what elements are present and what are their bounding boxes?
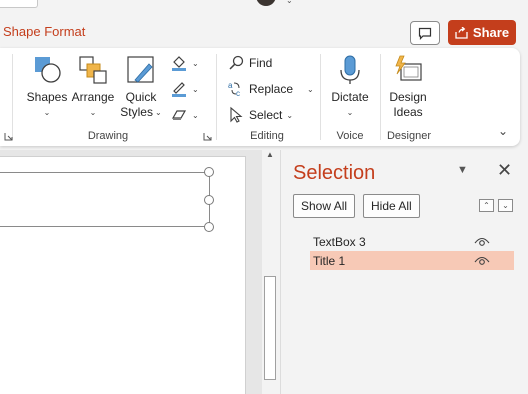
group-label-drawing: Drawing [87, 130, 129, 142]
select-label: Select [249, 108, 283, 122]
svg-text:a: a [228, 81, 233, 90]
divider [320, 54, 321, 140]
chevron-down-icon: ⌄ [154, 108, 162, 117]
share-icon [455, 26, 468, 39]
share-button[interactable]: Share [448, 20, 516, 45]
resize-handle[interactable] [204, 167, 214, 177]
quick-styles-button[interactable]: Quick Styles ⌄ [119, 54, 163, 120]
list-item[interactable]: Title 1 [310, 251, 514, 270]
collapse-ribbon-icon[interactable]: ⌄ [498, 124, 508, 138]
chevron-down-icon: ⌄ [192, 84, 199, 94]
chevron-down-icon: ⌄ [192, 110, 199, 120]
select-button[interactable]: Select ⌄ [227, 106, 293, 124]
pane-title: Selection [293, 162, 376, 184]
quick-styles-label-1: Quick [125, 90, 157, 104]
group-label-voice: Voice [336, 130, 364, 142]
search-icon [229, 55, 244, 70]
item-label: TextBox 3 [313, 234, 366, 249]
shape-outline-button[interactable]: ⌄ [170, 80, 199, 98]
dialog-launcher-icon[interactable] [4, 132, 13, 141]
resize-handle[interactable] [204, 222, 214, 232]
slide-canvas[interactable] [0, 150, 262, 394]
chevron-down-icon: ⌄ [192, 58, 199, 68]
replace-label: Replace [249, 82, 294, 96]
comments-button[interactable] [410, 21, 440, 45]
scrollbar-thumb[interactable] [264, 276, 276, 380]
replace-button[interactable]: a c Replace ⌄ [227, 80, 314, 98]
scroll-up-icon[interactable]: ▲ [264, 150, 276, 162]
microphone-icon [340, 55, 360, 84]
show-all-button[interactable]: Show All [293, 194, 356, 218]
eye-icon[interactable] [474, 235, 490, 247]
dictate-button[interactable]: Dictate ⌄ [328, 54, 372, 120]
svg-text:c: c [236, 89, 240, 98]
resize-handle[interactable] [204, 195, 214, 205]
design-ideas-label-1: Design [389, 90, 427, 104]
quick-styles-label-2: Styles [120, 105, 153, 119]
dictate-label: Dictate [331, 90, 369, 104]
arrange-button[interactable]: Arrange ⌄ [70, 54, 116, 120]
quick-styles-icon [127, 56, 154, 83]
cursor-icon [230, 106, 243, 123]
window-control[interactable] [0, 0, 38, 8]
close-icon[interactable]: ✕ [497, 160, 512, 181]
eye-icon[interactable] [474, 254, 490, 266]
group-label-editing: Editing [250, 130, 284, 142]
ribbon: Shapes ⌄ Arrange ⌄ Quick Styles ⌄ ⌄ ⌄ ⌄ … [0, 48, 520, 146]
arrange-icon [79, 56, 107, 84]
divider [380, 54, 381, 140]
chevron-down-icon: ⌄ [43, 108, 51, 117]
pane-options-icon[interactable]: ▼ [457, 164, 468, 176]
shapes-icon [35, 57, 61, 83]
tab-shape-format[interactable]: Shape Format [3, 24, 85, 39]
find-button[interactable]: Find [227, 54, 272, 72]
avatar[interactable] [256, 0, 276, 6]
replace-icon: a c [228, 81, 240, 98]
chevron-down-icon: ⌄ [89, 108, 97, 117]
design-ideas-icon [395, 55, 422, 81]
title-bar: ⌄ Shape Format Share [0, 0, 528, 48]
shape-fill-button[interactable]: ⌄ [170, 54, 199, 72]
item-label: Title 1 [313, 253, 346, 268]
send-backward-button[interactable]: ⌄ [498, 199, 513, 212]
list-item[interactable]: TextBox 3 [310, 232, 514, 251]
dialog-launcher-icon[interactable] [203, 132, 212, 141]
slide[interactable] [0, 156, 246, 394]
shape-effects-icon [171, 110, 187, 120]
bring-forward-button[interactable]: ⌃ [479, 199, 494, 212]
paint-bucket-icon [172, 56, 186, 71]
shape-effects-button[interactable]: ⌄ [170, 106, 199, 124]
arrange-label: Arrange [71, 90, 115, 104]
pen-icon [172, 82, 186, 97]
shapes-label: Shapes [26, 90, 68, 104]
shapes-button[interactable]: Shapes ⌄ [26, 54, 68, 120]
vertical-scrollbar[interactable]: ▲ [262, 150, 278, 394]
share-label: Share [472, 25, 510, 40]
design-ideas-label-2: Ideas [393, 105, 423, 119]
divider [12, 54, 13, 140]
find-label: Find [249, 56, 273, 70]
design-ideas-button[interactable]: Design Ideas [386, 54, 430, 120]
selection-pane: Selection ▼ ✕ Show All Hide All ⌃ ⌄ Text… [280, 150, 528, 394]
divider [216, 54, 217, 140]
selected-shape[interactable] [0, 172, 210, 227]
group-label-designer: Designer [386, 130, 432, 142]
comment-icon [418, 27, 432, 40]
chevron-down-icon: ⌄ [346, 108, 354, 117]
chevron-down-icon: ⌄ [286, 0, 293, 5]
chevron-down-icon: ⌄ [307, 84, 314, 94]
hide-all-button[interactable]: Hide All [363, 194, 420, 218]
chevron-down-icon: ⌄ [286, 110, 294, 120]
